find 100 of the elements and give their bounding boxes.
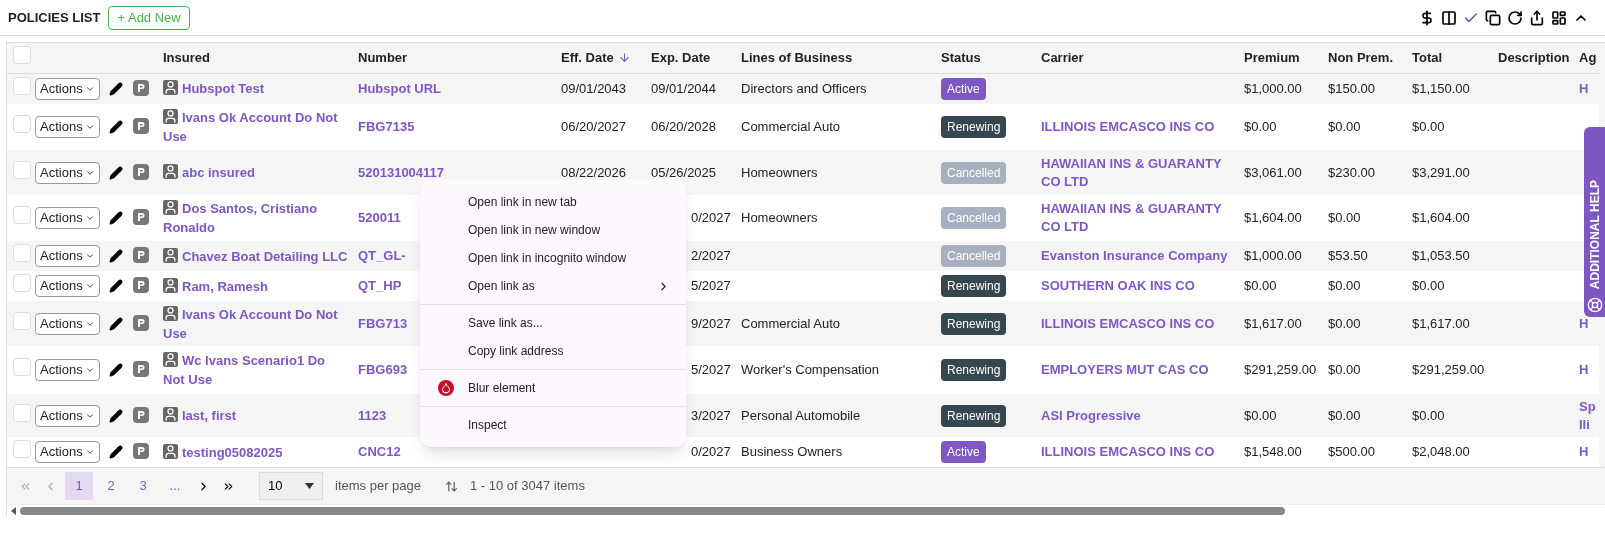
carrier-link[interactable]: ASI Progressive <box>1041 406 1236 425</box>
row-checkbox[interactable] <box>13 358 31 377</box>
column-header[interactable]: Number <box>354 43 557 73</box>
edit-icon[interactable] <box>109 249 123 263</box>
actions-dropdown[interactable]: Actions <box>35 207 100 229</box>
row-checkbox[interactable] <box>13 46 31 64</box>
policy-icon[interactable] <box>133 361 149 378</box>
policy-number-link[interactable]: 520131004117 <box>358 164 445 180</box>
insured-link[interactable]: Ivans Ok Account Do Not Use <box>163 304 350 343</box>
column-header[interactable]: Premium <box>1240 43 1324 73</box>
menu-item[interactable]: Inspect <box>420 411 686 439</box>
edit-icon[interactable] <box>109 81 123 96</box>
carrier-link[interactable]: ILLINOIS EMCASCO INS CO <box>1041 314 1236 333</box>
column-header[interactable]: Status <box>937 43 1037 73</box>
column-header[interactable]: Total <box>1408 43 1494 73</box>
edit-icon[interactable] <box>109 279 123 293</box>
actions-dropdown[interactable]: Actions <box>35 275 100 297</box>
side-help-tab[interactable]: ADDITIONAL HELP <box>1584 127 1605 317</box>
menu-item[interactable]: Save link as... <box>420 309 686 337</box>
edit-icon[interactable] <box>109 120 123 134</box>
refresh-icon[interactable] <box>1507 9 1523 26</box>
carrier-link[interactable]: HAWAIIAN INS & GUARANTY CO LTD <box>1041 154 1236 191</box>
policy-number-link[interactable]: 520011 <box>358 210 401 226</box>
actions-dropdown[interactable]: Actions <box>35 404 100 427</box>
row-checkbox[interactable] <box>13 160 31 179</box>
insured-link[interactable]: Ivans Ok Account Do Not Use <box>163 108 350 146</box>
columns-icon[interactable] <box>1441 9 1457 26</box>
column-header[interactable]: Eff. Date <box>557 43 647 73</box>
edit-icon[interactable] <box>109 408 123 423</box>
edit-icon[interactable] <box>109 363 123 377</box>
actions-dropdown[interactable]: Actions <box>35 161 100 184</box>
insured-link[interactable]: Chavez Boat Detailing LLC <box>163 246 350 266</box>
column-header[interactable]: Carrier <box>1037 43 1240 73</box>
policy-number-link[interactable]: FBG693 <box>358 362 408 378</box>
page-button[interactable]: ... <box>161 472 189 500</box>
column-header[interactable]: Non Prem. <box>1324 43 1408 73</box>
add-new-button[interactable]: + Add New <box>108 5 190 30</box>
policy-icon[interactable] <box>133 247 149 264</box>
page-button[interactable]: 1 <box>65 472 93 500</box>
agency-link[interactable]: H <box>1579 443 1597 461</box>
carrier-link[interactable]: ILLINOIS EMCASCO INS CO <box>1041 118 1236 136</box>
policy-icon[interactable] <box>133 443 149 460</box>
carrier-link[interactable]: SOUTHERN OAK INS CO <box>1041 277 1236 295</box>
share-icon[interactable] <box>1529 9 1545 26</box>
policy-number-link[interactable]: QT_HP <box>358 278 402 294</box>
dollar-icon[interactable] <box>1419 9 1435 26</box>
menu-item[interactable]: Open link as <box>420 272 686 300</box>
menu-item[interactable]: Open link in incognito window <box>420 244 686 272</box>
policy-number-link[interactable]: FBG713 <box>358 315 408 331</box>
layout-icon[interactable] <box>1551 9 1567 26</box>
actions-dropdown[interactable]: Actions <box>35 116 100 138</box>
row-checkbox[interactable] <box>13 206 31 225</box>
actions-dropdown[interactable]: Actions <box>35 441 100 463</box>
edit-icon[interactable] <box>109 316 123 331</box>
policy-number-link[interactable]: QT_GL- <box>358 248 406 264</box>
policy-icon[interactable] <box>133 314 149 331</box>
policy-number-link[interactable]: CNC12 <box>358 444 401 460</box>
carrier-link[interactable]: Evanston Insurance Company <box>1041 247 1236 265</box>
edit-icon[interactable] <box>109 445 123 459</box>
sort-icon[interactable] <box>445 479 458 493</box>
edit-icon[interactable] <box>109 211 123 225</box>
policy-icon[interactable] <box>133 406 149 423</box>
column-header[interactable]: Description <box>1494 43 1577 73</box>
menu-item[interactable]: Open link in new tab <box>420 188 686 216</box>
carrier-link[interactable]: EMPLOYERS MUT CAS CO <box>1041 361 1236 379</box>
insured-link[interactable]: testing05082025 <box>163 442 350 462</box>
insured-link[interactable]: Hubspot Test <box>163 79 350 99</box>
insured-link[interactable]: Dos Santos, Cristiano Ronaldo <box>163 199 350 237</box>
agency-link[interactable]: H <box>1579 79 1597 98</box>
agency-link[interactable]: H <box>1579 361 1597 379</box>
policy-icon[interactable] <box>133 118 149 135</box>
page-button[interactable]: 2 <box>97 472 125 500</box>
insured-link[interactable]: abc insured <box>163 163 350 182</box>
policy-number-link[interactable]: FBG7135 <box>358 119 415 135</box>
actions-dropdown[interactable]: Actions <box>35 245 100 267</box>
carrier-link[interactable]: HAWAIIAN INS & GUARANTY CO LTD <box>1041 200 1236 236</box>
column-header[interactable]: Lines of Business <box>737 43 937 73</box>
carrier-link[interactable]: ILLINOIS EMCASCO INS CO <box>1041 443 1236 461</box>
agency-link[interactable]: Sp Ili <box>1579 397 1597 434</box>
policy-number-link[interactable]: Hubspot URL <box>358 81 442 96</box>
scroll-left-icon[interactable] <box>11 506 16 515</box>
insured-link[interactable]: last, first <box>163 406 350 425</box>
policy-number-link[interactable]: 1123 <box>358 407 387 423</box>
page-size-select[interactable]: 10 <box>259 472 323 500</box>
agency-link[interactable]: H <box>1579 314 1597 333</box>
menu-item[interactable]: Open link in new window <box>420 216 686 244</box>
policy-icon[interactable] <box>133 80 149 96</box>
insured-link[interactable]: Ram, Ramesh <box>163 276 350 296</box>
row-checkbox[interactable] <box>13 115 31 134</box>
policy-icon[interactable] <box>133 209 149 226</box>
actions-dropdown[interactable]: Actions <box>35 312 100 335</box>
menu-item[interactable]: Blur element <box>420 374 686 402</box>
column-header[interactable]: Exp. Date <box>647 43 737 73</box>
actions-dropdown[interactable]: Actions <box>35 359 100 381</box>
menu-item[interactable]: Copy link address <box>420 337 686 365</box>
row-checkbox[interactable] <box>13 403 31 422</box>
row-checkbox[interactable] <box>13 274 31 293</box>
edit-icon[interactable] <box>109 165 123 180</box>
row-checkbox[interactable] <box>13 440 31 459</box>
column-header[interactable]: Insured <box>159 43 354 73</box>
